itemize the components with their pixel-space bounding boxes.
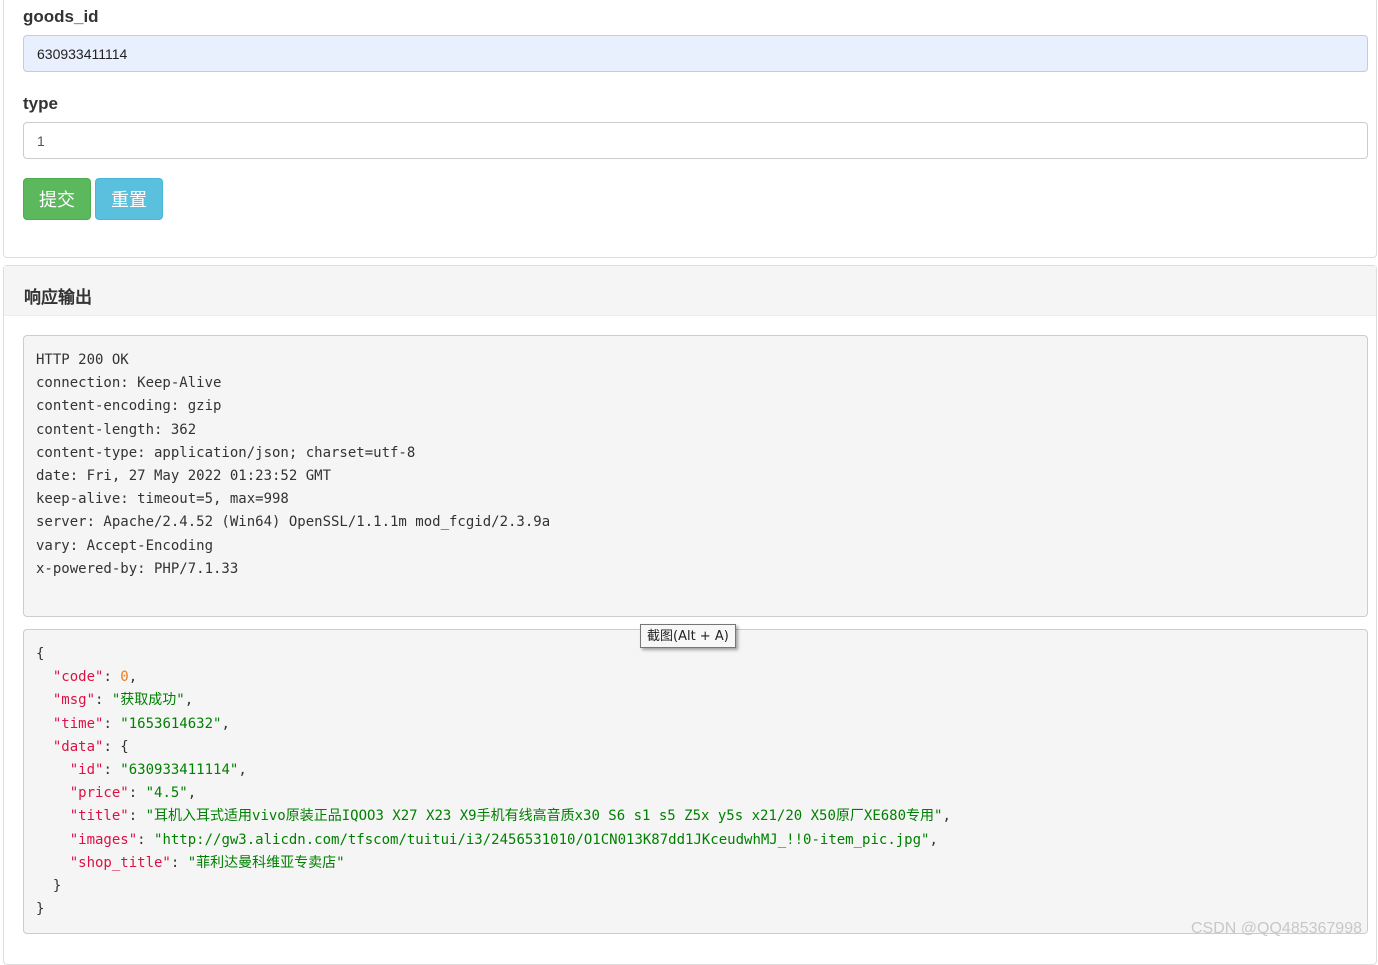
response-header-line: x-powered-by: PHP/7.1.33: [36, 560, 239, 577]
response-header-line: server: Apache/2.4.52 (Win64) OpenSSL/1.…: [36, 514, 551, 531]
response-panel-heading: 响应输出: [4, 266, 1376, 316]
response-header-line: date: Fri, 27 May 2022 01:23:52 GMT: [36, 468, 332, 485]
json-value-msg: "获取成功": [111, 692, 185, 709]
headers-list: connection: Keep-Alive content-encoding:…: [36, 375, 550, 577]
json-value-id: "630933411114": [120, 762, 239, 779]
response-header-line: content-type: application/json; charset=…: [36, 444, 416, 461]
response-header-line: connection: Keep-Alive: [36, 375, 222, 392]
json-key-id: "id": [69, 762, 104, 779]
type-label: type: [23, 94, 58, 113]
json-value-images: "http://gw3.alicdn.com/tfscom/tuitui/i3/…: [154, 831, 930, 848]
json-value-price: "4.5": [145, 785, 188, 802]
type-input[interactable]: [23, 122, 1368, 159]
response-json-block: { "code": 0, "msg": "获取成功", "time": "165…: [23, 629, 1368, 934]
response-header-line: content-encoding: gzip: [36, 398, 222, 415]
goods-id-input[interactable]: [23, 35, 1368, 72]
response-header-line: vary: Accept-Encoding: [36, 537, 214, 554]
response-header-line: keep-alive: timeout=5, max=998: [36, 491, 289, 508]
json-key-code: "code": [52, 669, 104, 686]
json-value-shop-title: "菲利达曼科维亚专卖店": [187, 854, 345, 871]
json-value-code: 0: [120, 669, 129, 686]
goods-id-label: goods_id: [23, 7, 99, 26]
screenshot-tooltip: 截图(Alt + A): [640, 624, 736, 648]
submit-button[interactable]: 提交: [23, 178, 91, 220]
response-title: 响应输出: [24, 288, 92, 308]
json-key-data: "data": [52, 738, 104, 755]
reset-button[interactable]: 重置: [95, 178, 163, 220]
watermark: CSDN @QQ485367998: [1191, 920, 1362, 937]
json-value-time: "1653614632": [120, 715, 222, 732]
json-key-shop-title: "shop_title": [69, 854, 171, 871]
response-headers-block: HTTP 200 OK connection: Keep-Alive conte…: [23, 335, 1368, 617]
json-key-msg: "msg": [52, 692, 96, 709]
json-key-images: "images": [69, 831, 138, 848]
json-key-time: "time": [52, 715, 104, 732]
json-key-title: "title": [69, 808, 129, 825]
json-value-title: "耳机入耳式适用vivo原装正品IQOO3 X27 X23 X9手机有线高音质x…: [145, 808, 943, 825]
response-header-line: content-length: 362: [36, 421, 197, 438]
status-line: HTTP 200 OK: [36, 352, 129, 368]
json-key-price: "price": [69, 785, 129, 802]
